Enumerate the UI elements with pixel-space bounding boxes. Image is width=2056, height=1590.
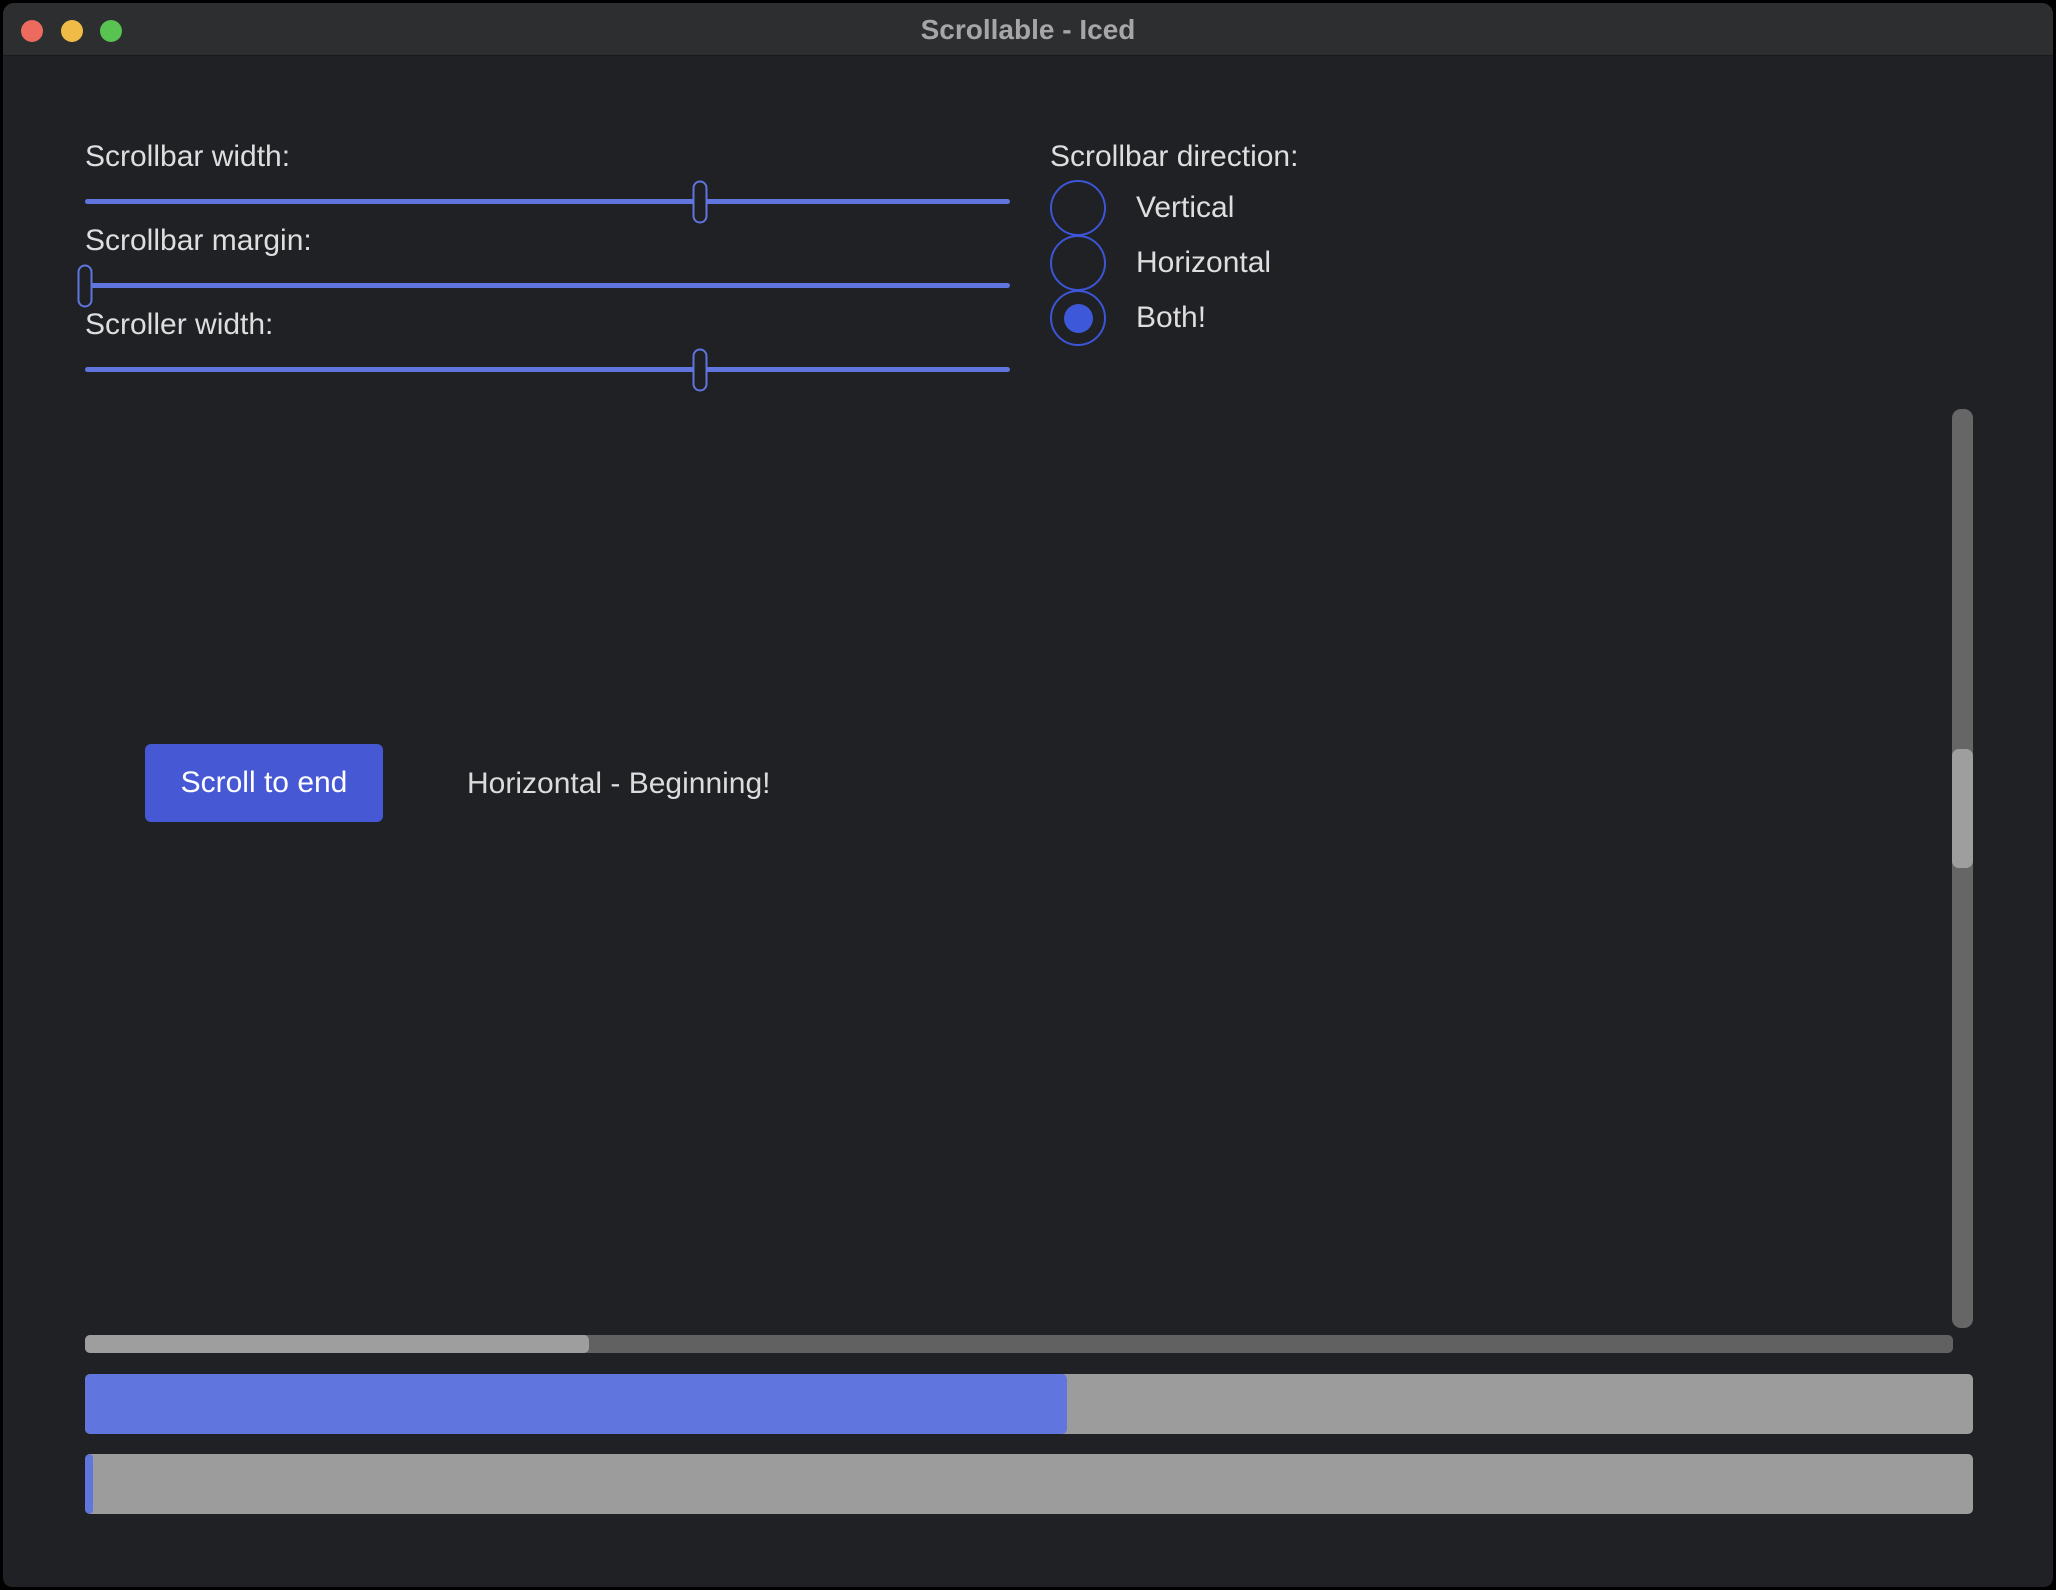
scrollbar-width-slider[interactable]: [85, 199, 1010, 204]
scroll-status-text: Horizontal - Beginning!: [467, 766, 771, 802]
scrollbar-direction-heading: Scrollbar direction:: [1050, 139, 1298, 175]
vertical-scrollbar-track[interactable]: [1952, 409, 1973, 1328]
radio-horizontal[interactable]: [1050, 235, 1106, 291]
radio-both-label[interactable]: Both!: [1136, 300, 1206, 336]
titlebar: Scrollable - Iced: [3, 3, 2053, 56]
app-window: Scrollable - Iced Scrollbar width: Scrol…: [2, 2, 2054, 1588]
vertical-scroll-progress-bar: [85, 1454, 1973, 1514]
radio-both[interactable]: [1050, 290, 1106, 346]
scroller-width-slider[interactable]: [85, 367, 1010, 372]
radio-dot-icon: [1064, 304, 1093, 333]
progress-bar-1-fill: [85, 1374, 1067, 1434]
horizontal-scrollbar-thumb[interactable]: [85, 1335, 589, 1353]
progress-bar-2-fill: [85, 1454, 93, 1514]
scrollbar-margin-label: Scrollbar margin:: [85, 223, 312, 259]
scrollbar-margin-slider[interactable]: [85, 283, 1010, 288]
radio-vertical[interactable]: [1050, 180, 1106, 236]
vertical-scrollbar-thumb[interactable]: [1952, 749, 1973, 868]
radio-vertical-label[interactable]: Vertical: [1136, 190, 1234, 226]
radio-horizontal-label[interactable]: Horizontal: [1136, 245, 1271, 281]
scrollbar-margin-slider-handle[interactable]: [78, 264, 93, 307]
scroller-width-label: Scroller width:: [85, 307, 273, 343]
scroller-width-slider-handle[interactable]: [693, 348, 708, 391]
scrollbar-width-slider-handle[interactable]: [693, 180, 708, 223]
scrollbar-width-label: Scrollbar width:: [85, 139, 290, 175]
horizontal-scroll-progress-bar: [85, 1374, 1973, 1434]
horizontal-scrollbar-track[interactable]: [85, 1335, 1953, 1353]
scroll-to-end-button[interactable]: Scroll to end: [145, 744, 383, 822]
window-title: Scrollable - Iced: [3, 3, 2053, 56]
